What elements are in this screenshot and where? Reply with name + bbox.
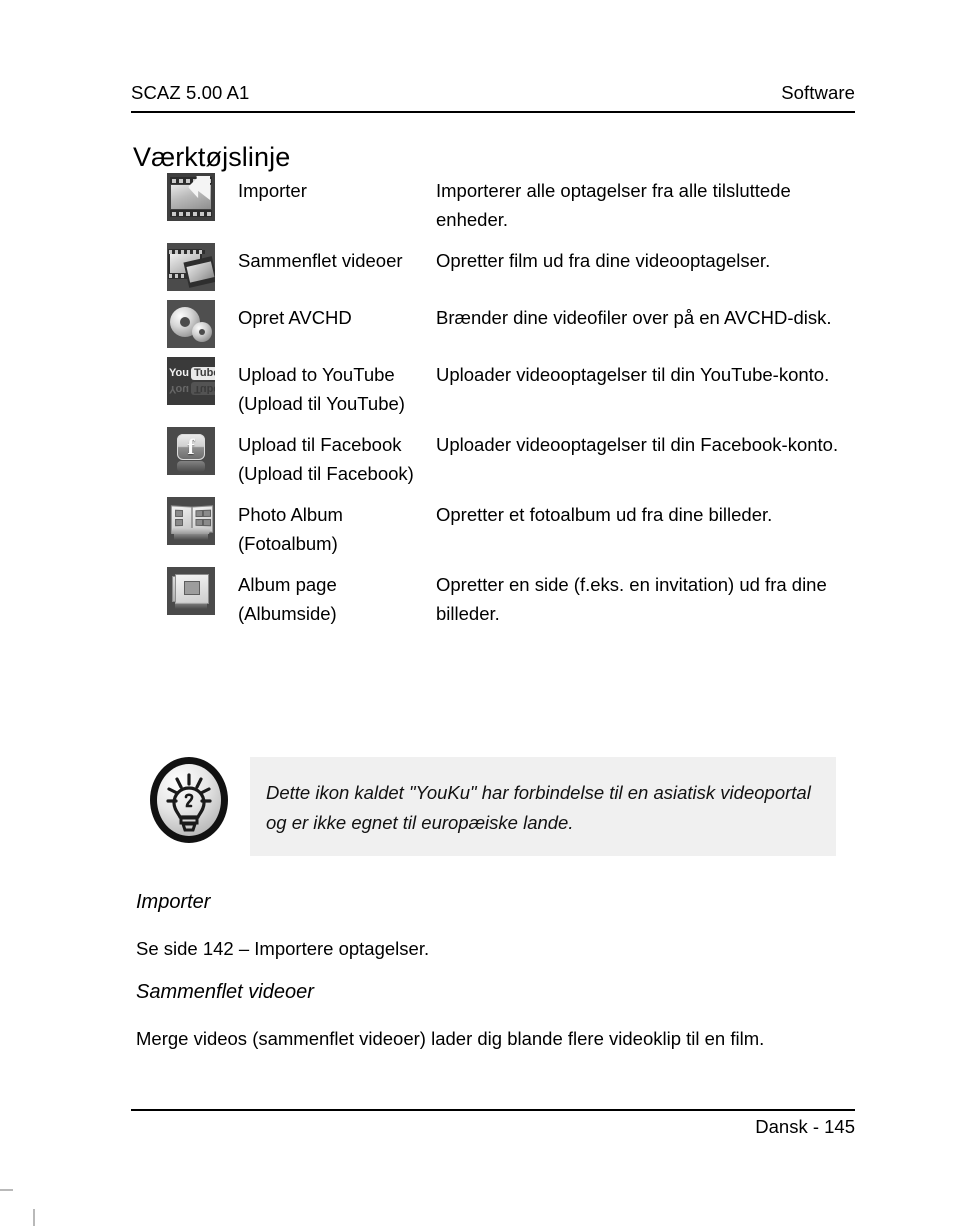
table-cell-icon xyxy=(167,567,238,615)
table-cell-name: Importer xyxy=(238,180,307,201)
footer-rule xyxy=(131,1109,855,1111)
page-title: Værktøjslinje xyxy=(133,142,291,173)
table-cell-icon: YouTube YouTube xyxy=(167,357,238,405)
table-cell-icon: f xyxy=(167,427,238,475)
section-heading-sammenflet-videoer: Sammenflet videoer xyxy=(136,981,314,1003)
table-row: Opret AVCHD Brænder dine videofiler over… xyxy=(167,300,867,348)
table-row: Photo Album (Fotoalbum) Opretter et foto… xyxy=(167,497,867,558)
merge-videos-filmstrips-icon xyxy=(167,243,215,291)
table-cell-name: Photo Album (Fotoalbum) xyxy=(238,504,343,554)
table-cell-name: Album page (Albumside) xyxy=(238,574,337,624)
table-cell-description: Opretter film ud fra dine videooptagelse… xyxy=(436,250,771,271)
scan-artifact-horizontal xyxy=(0,1189,13,1191)
table-cell-name: Opret AVCHD xyxy=(238,307,352,328)
table-cell-description: Opretter en side (f.eks. en invitation) … xyxy=(436,574,827,624)
tip-text-box: Dette ikon kaldet "YouKu" har forbindels… xyxy=(250,757,836,856)
section-paragraph-sammenflet-videoer: Merge videos (sammenflet videoer) lader … xyxy=(136,1028,765,1049)
table-cell-description: Uploader videooptagelser til din Faceboo… xyxy=(436,434,839,455)
toolbar-icon-table: Importer Importerer alle optagelser fra … xyxy=(167,173,867,637)
running-header: SCAZ 5.00 A1 Software xyxy=(131,82,855,104)
table-cell-description: Uploader videooptagelser til din YouTube… xyxy=(436,364,830,385)
youtube-icon: YouTube YouTube xyxy=(167,357,215,405)
lightbulb-tip-icon xyxy=(150,757,228,843)
header-section-name: Software xyxy=(781,82,855,103)
table-cell-description: Brænder dine videofiler over på en AVCHD… xyxy=(436,307,832,328)
table-cell-description: Importerer alle optagelser fra alle tils… xyxy=(436,180,791,230)
scan-artifact-vertical xyxy=(33,1209,35,1226)
document-page: SCAZ 5.00 A1 Software Værktøjslinje Impo… xyxy=(0,0,954,1226)
table-cell-name: Sammenflet videoer xyxy=(238,250,403,271)
table-row: Album page (Albumside) Opretter en side … xyxy=(167,567,867,628)
section-paragraph-importer: Se side 142 – Importere optagelser. xyxy=(136,938,430,959)
footer-page-label: Dansk - 145 xyxy=(755,1116,855,1137)
table-row: f Upload til Facebook (Upload til Facebo… xyxy=(167,427,867,488)
table-cell-icon xyxy=(167,243,238,291)
photo-album-book-icon xyxy=(167,497,215,545)
header-product-code: SCAZ 5.00 A1 xyxy=(131,82,250,103)
table-row: Sammenflet videoer Opretter film ud fra … xyxy=(167,243,867,291)
table-cell-name: Upload to YouTube (Upload til YouTube) xyxy=(238,364,405,414)
table-cell-name: Upload til Facebook (Upload til Facebook… xyxy=(238,434,414,484)
album-page-icon xyxy=(167,567,215,615)
import-film-arrow-icon xyxy=(167,173,215,221)
facebook-icon: f xyxy=(167,427,215,475)
tip-text: Dette ikon kaldet "YouKu" har forbindels… xyxy=(266,782,811,833)
section-heading-importer: Importer xyxy=(136,891,211,913)
table-cell-icon xyxy=(167,497,238,545)
table-row: Importer Importerer alle optagelser fra … xyxy=(167,173,867,234)
table-cell-icon xyxy=(167,173,238,221)
table-cell-description: Opretter et fotoalbum ud fra dine billed… xyxy=(436,504,773,525)
table-cell-icon xyxy=(167,300,238,348)
table-row: YouTube YouTube Upload to YouTube (Uploa… xyxy=(167,357,867,418)
avchd-discs-icon xyxy=(167,300,215,348)
header-rule xyxy=(131,111,855,113)
